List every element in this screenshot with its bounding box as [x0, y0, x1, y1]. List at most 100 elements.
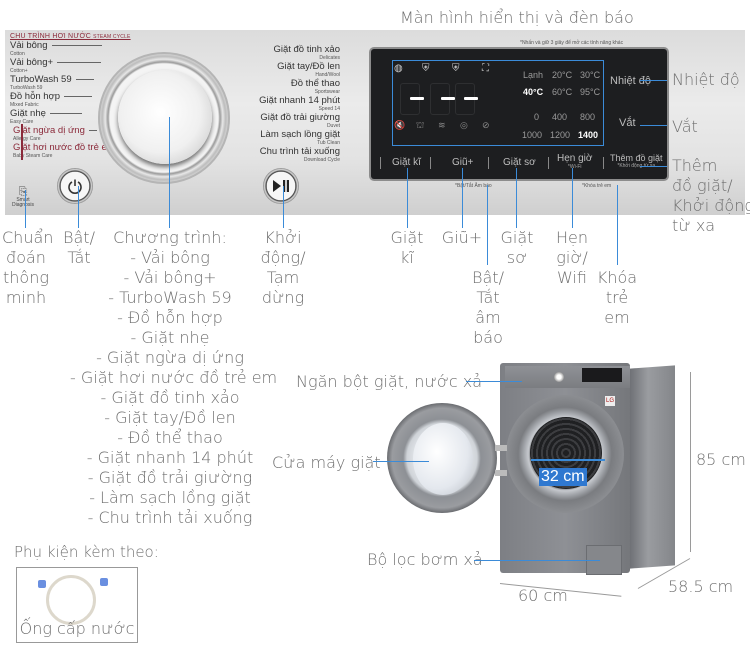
temp-option[interactable]: 60°C [552, 87, 572, 97]
detergent-line [466, 381, 522, 382]
accessory-title: Phụ kiện kèm theo: [14, 543, 159, 561]
washer-mini-dial [554, 372, 564, 382]
prewash-callout: Giặt sơ [500, 228, 534, 267]
programs-item: - Giặt ngừa dị ứng [96, 348, 244, 367]
program-option: Giặt tay/Đồ len Hand/Wool [277, 61, 340, 79]
shirt-alt-icon: ⛨ [452, 63, 460, 74]
programs-item: - Đồ hỗn hợp [117, 308, 223, 327]
washer-door-glass [413, 423, 473, 495]
door-line [373, 461, 429, 462]
program-header: CHU TRÌNH HƠI NƯỚC STEAM CYCLE [10, 33, 131, 40]
time-segment [441, 97, 455, 100]
spin-option[interactable]: 1000 [522, 130, 542, 140]
spin-option[interactable]: 1200 [550, 130, 570, 140]
lg-logo: LG [605, 396, 615, 406]
timer-button[interactable]: Hẹn giờ *Wi-Fi [557, 153, 592, 170]
start-pause-button[interactable] [263, 168, 299, 204]
program-option: Giặt đồ tinh xảo Delicates [273, 44, 340, 62]
temp-option[interactable]: 20°C [552, 70, 572, 80]
rinse-icon: ⛶ [482, 63, 489, 74]
diameter-arrow [531, 459, 605, 461]
timer-label: Hẹn giờ [557, 153, 593, 164]
divider [488, 157, 489, 169]
programs-title: Chương trình: [113, 228, 227, 247]
smart-diagnosis-callout: Chuẩn đoán thông minh [2, 228, 54, 307]
time-segment [464, 97, 478, 100]
childlock-line [617, 185, 618, 265]
program-list-right: Giặt đồ tinh xảo Delicates Giặt tay/Đồ le… [215, 44, 340, 164]
play-pause-icon [273, 180, 289, 192]
temp-callout: Nhiệt độ [672, 70, 740, 89]
add-item-label: Thêm đồ giặt [610, 153, 663, 163]
rinse-callout: Giũ+ [441, 228, 483, 247]
programs-item: - Giặt tay/Đồ len [104, 408, 236, 427]
sound-line [487, 185, 488, 265]
hose-connector-icon [38, 580, 46, 588]
intensive-line [407, 168, 408, 228]
rinse-plus-button[interactable]: Giũ+ [452, 157, 473, 168]
washer-mini-display [582, 368, 622, 382]
sound-callout: Bật/Tắt âm báo [472, 268, 504, 347]
smart-diag-line [25, 190, 26, 228]
shirt-icon: ⛨ [422, 63, 430, 74]
washer-side [630, 365, 675, 569]
program-option: Giặt nhanh 14 phút Speed 14 [259, 95, 340, 113]
depth-label: 58.5 cm [668, 577, 734, 596]
program-dial[interactable] [118, 70, 212, 164]
power-icon [68, 179, 82, 194]
temp-option[interactable]: 95°C [580, 87, 600, 97]
programs-item: - TurboWash 59 [108, 288, 232, 307]
spin-option[interactable]: 0 [534, 112, 539, 122]
divider [548, 157, 549, 169]
remote-start-icon: ◎ [460, 120, 468, 130]
power-line [78, 186, 79, 228]
spin-line [640, 125, 667, 126]
timer-line [572, 168, 573, 228]
divider [380, 157, 381, 169]
program-option: Giặt đồ trải giường Duvet [260, 112, 340, 130]
child-lock-note: *Khóa trẻ em [582, 183, 612, 189]
temp-option-selected[interactable]: 40°C [523, 87, 543, 97]
programs-item: - Chu trình tải xuống [87, 508, 253, 527]
spin-option[interactable]: 400 [552, 112, 567, 122]
divider [430, 157, 431, 169]
mute-icon: 🔇 [394, 120, 406, 130]
detergent-callout: Ngăn bột giặt, nước xả [296, 372, 483, 391]
spin-option-selected[interactable]: 1400 [578, 130, 598, 140]
programs-item: - Giặt nhẹ [130, 328, 210, 347]
timer-sub: *Wi-Fi [567, 164, 582, 170]
divider [603, 157, 604, 169]
temp-option[interactable]: Lạnh [523, 70, 543, 80]
spin-button[interactable]: Vắt [619, 117, 636, 129]
programs-item: - Vải bông [130, 248, 210, 267]
tub-clean-icon: ⊘ [482, 120, 490, 130]
program-option: Đồ thể thao Sportswear [290, 78, 340, 96]
steam-cycle-marker [21, 124, 23, 160]
steam-icon: ◍ [394, 63, 403, 74]
childlock-callout: Khóa trẻ em [596, 268, 638, 327]
time-segment [410, 97, 424, 100]
filter-line [474, 560, 600, 561]
smart-diagnosis-text: Smart Diagnosis [12, 197, 34, 208]
height-arrow [690, 372, 691, 552]
water-hose-icon [46, 575, 96, 625]
temp-option[interactable]: 30°C [580, 70, 600, 80]
programs-callout: Chương trình: - Vải bông - Vải bông+ - T… [70, 228, 277, 528]
intensive-button[interactable]: Giặt kĩ [392, 157, 421, 168]
programs-item: - Đồ thể thao [117, 428, 223, 447]
timer-callout: Hẹn giờ/Wifi [555, 228, 588, 287]
programs-item: - Giặt đồ trải giường [87, 468, 253, 487]
add-item-line [640, 166, 667, 167]
spin-option[interactable]: 800 [580, 112, 595, 122]
program-line [169, 117, 170, 228]
programs-item: - Làm sạch lồng giặt [89, 488, 251, 507]
smart-diagnosis-area: ⎘ Smart Diagnosis [8, 186, 38, 208]
door-hinge [495, 445, 507, 451]
filter-callout: Bộ lọc bơm xả [367, 550, 483, 569]
programs-item: - Giặt nhanh 14 phút [86, 448, 254, 467]
spin-callout: Vắt [672, 117, 698, 136]
door-hinge [495, 470, 507, 476]
temperature-button[interactable]: Nhiệt độ [610, 75, 651, 87]
power-button[interactable] [57, 168, 93, 204]
prewash-button[interactable]: Giặt sơ [503, 157, 536, 168]
